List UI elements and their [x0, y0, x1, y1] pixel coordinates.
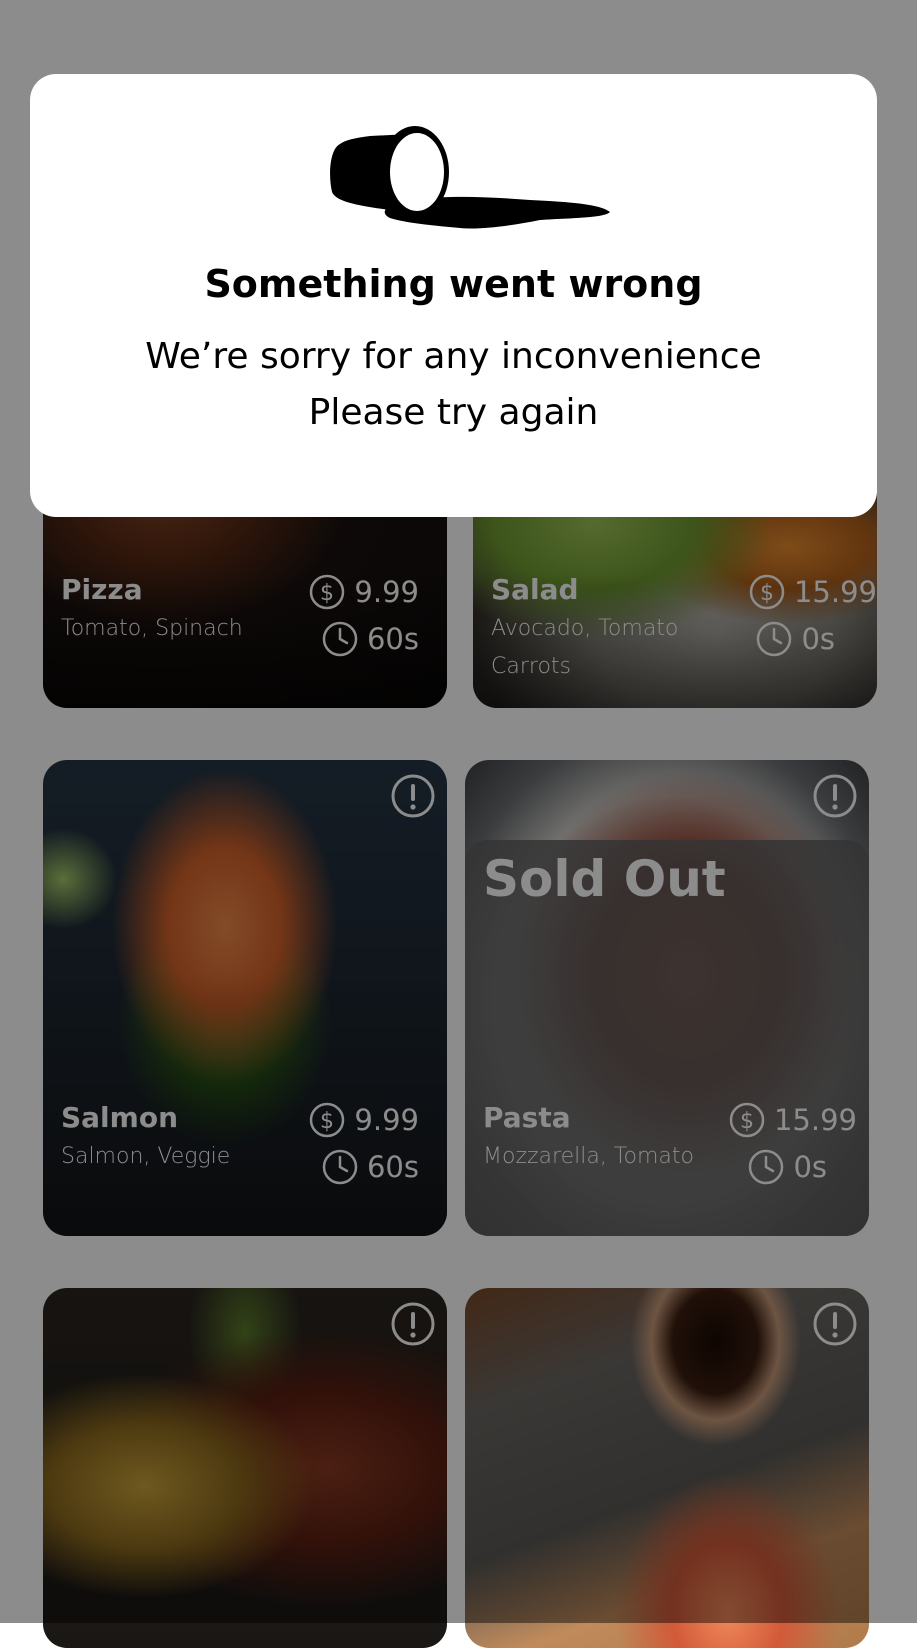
- dialog-message-retry: Please try again: [308, 392, 599, 433]
- dialog-title: Something went wrong: [204, 262, 703, 306]
- error-dialog: Something went wrong We’re sorry for any…: [30, 74, 877, 517]
- spilled-cup-icon: [330, 126, 610, 229]
- dialog-message: We’re sorry for any inconvenience: [145, 336, 762, 377]
